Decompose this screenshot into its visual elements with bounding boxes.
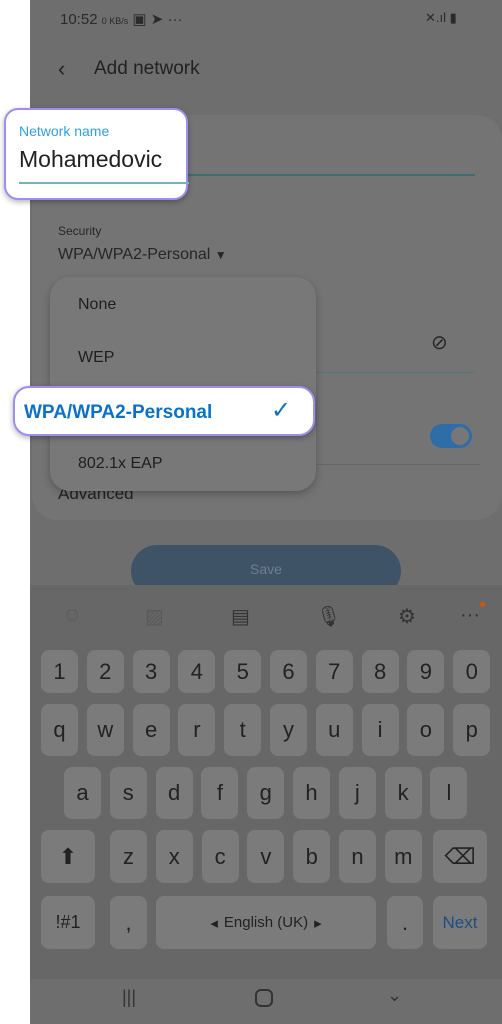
key-0[interactable]: 0 [453, 650, 491, 693]
clipboard-icon[interactable]: ▤ [231, 604, 250, 629]
key-z[interactable]: z [110, 830, 147, 883]
security-value: WPA/WPA2-Personal [58, 246, 211, 263]
backspace-key[interactable]: ⌫ [433, 830, 487, 883]
key-p[interactable]: p [453, 704, 491, 756]
battery-icon: ▮ [449, 10, 457, 25]
key-6[interactable]: 6 [270, 650, 307, 693]
key-3[interactable]: 3 [132, 650, 170, 693]
signal-icon: ✕.ıl [425, 10, 447, 25]
key-w[interactable]: w [86, 704, 124, 756]
gear-icon[interactable]: ⚙ [398, 604, 416, 629]
net-speed: 0 KB/s [101, 16, 129, 26]
key-7[interactable]: 7 [315, 650, 353, 693]
key-y[interactable]: y [270, 704, 307, 756]
key-l[interactable]: l [430, 767, 468, 819]
back-nav-icon[interactable]: ⌄ [387, 985, 402, 1006]
key-o[interactable]: o [407, 704, 445, 756]
security-dropdown[interactable]: WPA/WPA2-Personal ▼ [58, 246, 227, 264]
status-right: ✕.ıl ▮ [425, 10, 457, 26]
eye-off-icon[interactable]: ⊘ [431, 330, 448, 355]
key-f[interactable]: f [201, 767, 239, 819]
page-title: Add network [94, 58, 200, 79]
network-name-field[interactable]: Network name Mohamedovic [4, 108, 189, 200]
status-time: 10:52 [60, 11, 98, 28]
key-e[interactable]: e [132, 704, 170, 756]
menu-item-eap[interactable]: 802.1x EAP [78, 455, 163, 473]
space-key[interactable]: ◂ English (UK) ▸ [156, 896, 376, 949]
name-underline [185, 174, 475, 176]
key-a[interactable]: a [64, 767, 101, 819]
key-1[interactable]: 1 [41, 650, 78, 693]
shift-key[interactable]: ⬆ [41, 830, 95, 883]
toggle-switch[interactable] [430, 424, 472, 448]
security-label: Security [58, 224, 102, 238]
home-icon[interactable] [255, 989, 273, 1007]
key-c[interactable]: c [201, 830, 239, 883]
key-n[interactable]: n [339, 830, 376, 883]
key-b[interactable]: b [293, 830, 331, 883]
nav-bar: ||| ⌄ [30, 979, 502, 1024]
recents-icon[interactable]: ||| [122, 987, 136, 1008]
key-h[interactable]: h [293, 767, 330, 819]
checkmark-icon: ✓ [271, 397, 292, 424]
key-9[interactable]: 9 [407, 650, 445, 693]
telegram-icon: ➤ [150, 11, 164, 28]
sticker-icon[interactable]: ▨ [145, 604, 164, 629]
security-menu: None WEP 802.1x EAP [50, 277, 316, 491]
menu-item-wpa-selected[interactable]: WPA/WPA2-Personal ✓ [13, 386, 315, 436]
key-x[interactable]: x [155, 830, 193, 883]
symbols-key[interactable]: !#1 [41, 896, 95, 949]
key-m[interactable]: m [384, 830, 422, 883]
key-s[interactable]: s [109, 767, 147, 819]
back-icon[interactable]: ‹ [58, 56, 65, 82]
language-label: English (UK) [223, 914, 309, 931]
key-k[interactable]: k [384, 767, 422, 819]
more-icon[interactable]: ··· [460, 602, 485, 627]
key-t[interactable]: t [224, 704, 262, 756]
period-key[interactable]: . [387, 896, 423, 949]
status-bar: 10:52 0 KB/s ▣ ➤ ··· [60, 10, 183, 28]
key-u[interactable]: u [315, 704, 353, 756]
key-d[interactable]: d [155, 767, 193, 819]
menu-item-none[interactable]: None [78, 296, 116, 314]
menu-item-wpa-label: WPA/WPA2-Personal [24, 402, 213, 423]
network-name-label: Network name [19, 123, 110, 139]
image-icon: ▣ [132, 11, 147, 28]
key-j[interactable]: j [338, 767, 376, 819]
key-r[interactable]: r [178, 704, 216, 756]
key-q[interactable]: q [41, 704, 78, 756]
dropdown-arrow-icon: ▼ [214, 248, 227, 262]
save-label: Save [250, 561, 282, 577]
emoji-icon[interactable]: ☺ [62, 604, 82, 627]
key-v[interactable]: v [247, 830, 285, 883]
key-g[interactable]: g [247, 767, 285, 819]
key-2[interactable]: 2 [86, 650, 124, 693]
comma-key[interactable]: , [110, 896, 147, 949]
key-8[interactable]: 8 [361, 650, 399, 693]
menu-item-wep[interactable]: WEP [78, 349, 114, 367]
more-icon: ··· [167, 11, 183, 28]
focus-underline [19, 182, 189, 184]
password-underline [316, 372, 474, 373]
key-5[interactable]: 5 [224, 650, 262, 693]
network-name-input[interactable]: Mohamedovic [19, 146, 162, 173]
divider [316, 464, 480, 465]
mic-icon[interactable]: 🎙 [316, 604, 341, 629]
key-i[interactable]: i [361, 704, 399, 756]
next-key[interactable]: Next [433, 896, 487, 949]
key-4[interactable]: 4 [178, 650, 216, 693]
